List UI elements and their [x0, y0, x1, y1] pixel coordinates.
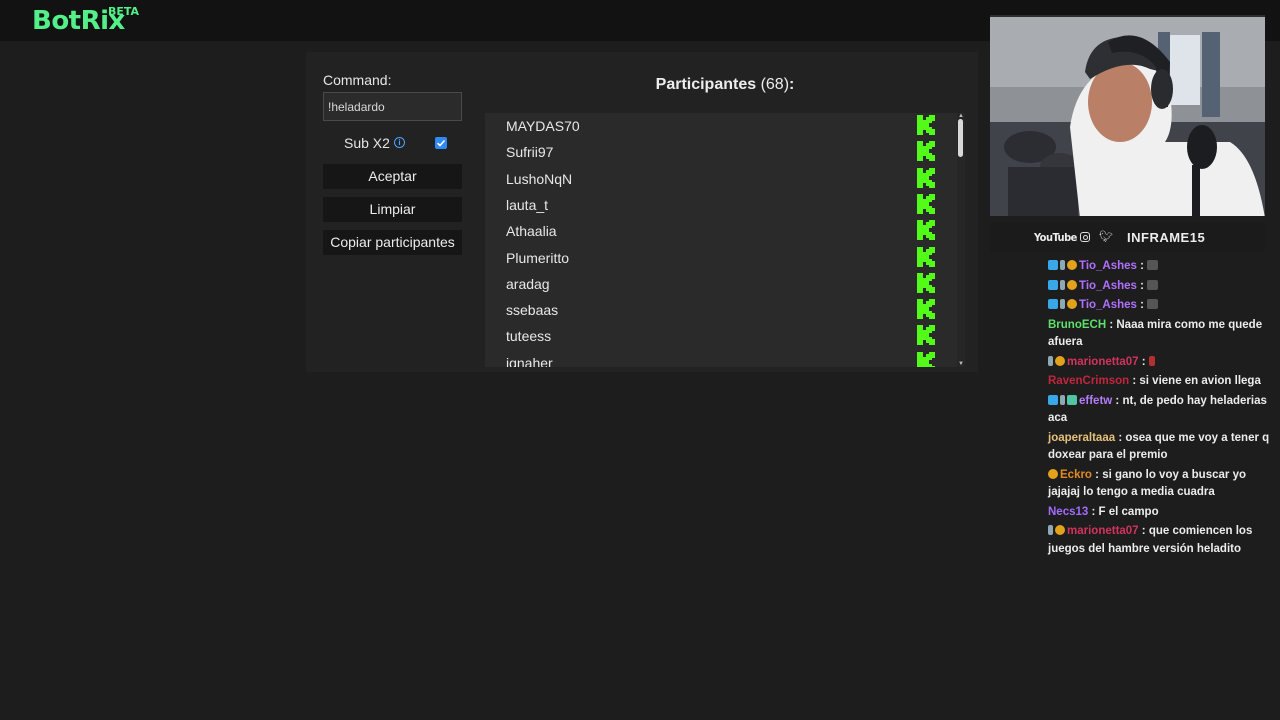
participant-name: ssebaas — [506, 302, 559, 319]
participant-row[interactable]: Athaalia — [485, 218, 957, 244]
chat-separator: : — [1138, 355, 1146, 368]
youtube-label: YouTube — [1034, 231, 1077, 244]
streamer-handle: INFRAME15 — [1127, 230, 1206, 245]
chat-badges-icon — [1048, 355, 1067, 368]
chat-text: F el campo — [1095, 505, 1159, 518]
chat-username: Tio_Ashes — [1079, 260, 1137, 272]
kick-icon — [917, 246, 935, 267]
chat-badges-icon — [1048, 299, 1079, 311]
chat-badges-icon — [1048, 279, 1079, 292]
chat-username: effetw — [1079, 394, 1113, 407]
chat-username: marionetta07 — [1067, 355, 1139, 368]
kick-icon — [917, 351, 935, 367]
participant-row[interactable]: MAYDAS70 — [485, 113, 957, 139]
kick-icon — [917, 167, 935, 188]
clear-button[interactable]: Limpiar — [323, 197, 462, 222]
chat-overlay: Tio_Ashes : Tio_Ashes : Tio_Ashes : Brun… — [1048, 258, 1272, 560]
chat-username: joaperaltaaa — [1048, 431, 1116, 444]
kick-icon — [917, 141, 935, 162]
chat-message: effetw : nt, de pedo hay heladerias aca — [1048, 393, 1272, 428]
chat-message: Tio_Ashes : — [1048, 278, 1272, 296]
chat-message: Necs13 : F el campo — [1048, 504, 1272, 522]
participant-row[interactable]: lauta_t — [485, 192, 957, 218]
chat-username: Tio_Ashes — [1079, 279, 1137, 292]
instagram-icon — [1080, 232, 1090, 242]
kick-icon — [917, 115, 935, 135]
chat-message: Eckro : si gano lo voy a buscar yo jajaj… — [1048, 467, 1272, 502]
command-input[interactable] — [323, 92, 462, 121]
chat-message: Tio_Ashes : — [1048, 297, 1272, 315]
chat-badges-icon — [1048, 525, 1067, 537]
accept-button[interactable]: Aceptar — [323, 164, 462, 189]
info-icon[interactable]: i — [394, 137, 405, 148]
participant-name: Sufrii97 — [506, 144, 554, 161]
twitter-icon: 🐦︎ — [1099, 231, 1113, 243]
chat-message: Tio_Ashes : — [1048, 258, 1272, 276]
chat-text: si viene en avion llega — [1136, 375, 1261, 387]
chat-separator: : — [1136, 279, 1144, 292]
sub-x2-label: Sub X2 — [344, 135, 390, 151]
chat-badges-icon — [1048, 394, 1079, 407]
chat-separator: : — [1136, 299, 1144, 311]
participant-name: lauta_t — [506, 196, 549, 213]
scroll-thumb[interactable] — [958, 119, 963, 157]
kick-icon — [917, 325, 935, 346]
chat-separator: : — [1138, 525, 1146, 537]
chat-separator: : — [1136, 260, 1144, 272]
participant-row[interactable]: aradag — [485, 271, 957, 297]
participant-name: ignaher — [506, 354, 553, 367]
participants-list[interactable]: MAYDAS70 Sufrii97 LushoNqN lauta_t Athaalia P… — [485, 113, 957, 367]
chat-separator: : — [1091, 468, 1099, 481]
chat-message: joaperaltaaa : osea que me voy a tener q… — [1048, 430, 1272, 465]
kick-icon — [917, 299, 935, 320]
participant-name: MAYDAS70 — [506, 118, 580, 134]
chat-message: RavenCrimson : si viene en avion llega — [1048, 373, 1272, 391]
participant-name: LushoNqN — [506, 170, 573, 187]
streamer-webcam — [990, 15, 1265, 216]
participant-row[interactable]: Plumeritto — [485, 245, 957, 271]
participants-heading: Participantes (68): — [485, 76, 965, 94]
chat-message: marionetta07 : — [1048, 354, 1272, 372]
chat-message: BrunoECH : Naaa mira como me quede afuer… — [1048, 317, 1272, 352]
chat-username: BrunoECH — [1048, 318, 1107, 331]
chat-username: marionetta07 — [1067, 525, 1139, 537]
participant-row[interactable]: ssebaas — [485, 297, 957, 323]
participants-colon: : — [789, 76, 795, 93]
participants-count: (68) — [760, 76, 790, 93]
participant-name: Athaalia — [506, 223, 557, 240]
emote-icon — [1147, 299, 1159, 309]
chat-username: Tio_Ashes — [1079, 299, 1137, 311]
chat-badges-icon — [1048, 260, 1079, 272]
scroll-down-arrow-icon[interactable]: ▼ — [958, 361, 964, 367]
chat-username: Necs13 — [1048, 505, 1089, 518]
chat-username: RavenCrimson — [1048, 375, 1130, 387]
sub-x2-checkbox[interactable] — [435, 137, 447, 149]
participant-name: aradag — [506, 275, 550, 292]
participant-name: tuteess — [506, 328, 552, 345]
command-label: Command: — [323, 72, 392, 88]
participant-row[interactable]: LushoNqN — [485, 166, 957, 192]
kick-icon — [917, 220, 935, 241]
participants-title: Participantes — [655, 76, 757, 93]
participant-row[interactable]: Sufrii97 — [485, 139, 957, 165]
chat-message: marionetta07 : que comiencen los juegos … — [1048, 523, 1272, 558]
participant-row[interactable]: tuteess — [485, 323, 957, 349]
social-bar: YouTube 🐦︎ INFRAME15 — [990, 222, 1265, 252]
sub-x2-option: Sub X2 i — [323, 133, 462, 153]
emote-icon — [1147, 260, 1159, 270]
emote-icon — [1147, 279, 1159, 290]
chat-badges-icon — [1048, 468, 1060, 481]
chat-username: Eckro — [1060, 468, 1092, 481]
copy-participants-button[interactable]: Copiar participantes — [323, 230, 462, 255]
emote-icon — [1148, 355, 1155, 366]
kick-icon — [917, 193, 935, 214]
participants-scrollbar[interactable]: ▲ ▼ — [957, 113, 965, 367]
participant-row[interactable]: ignaher — [485, 350, 957, 367]
beta-badge: BETA — [108, 5, 140, 18]
participant-name: Plumeritto — [506, 249, 570, 266]
kick-icon — [917, 272, 935, 293]
